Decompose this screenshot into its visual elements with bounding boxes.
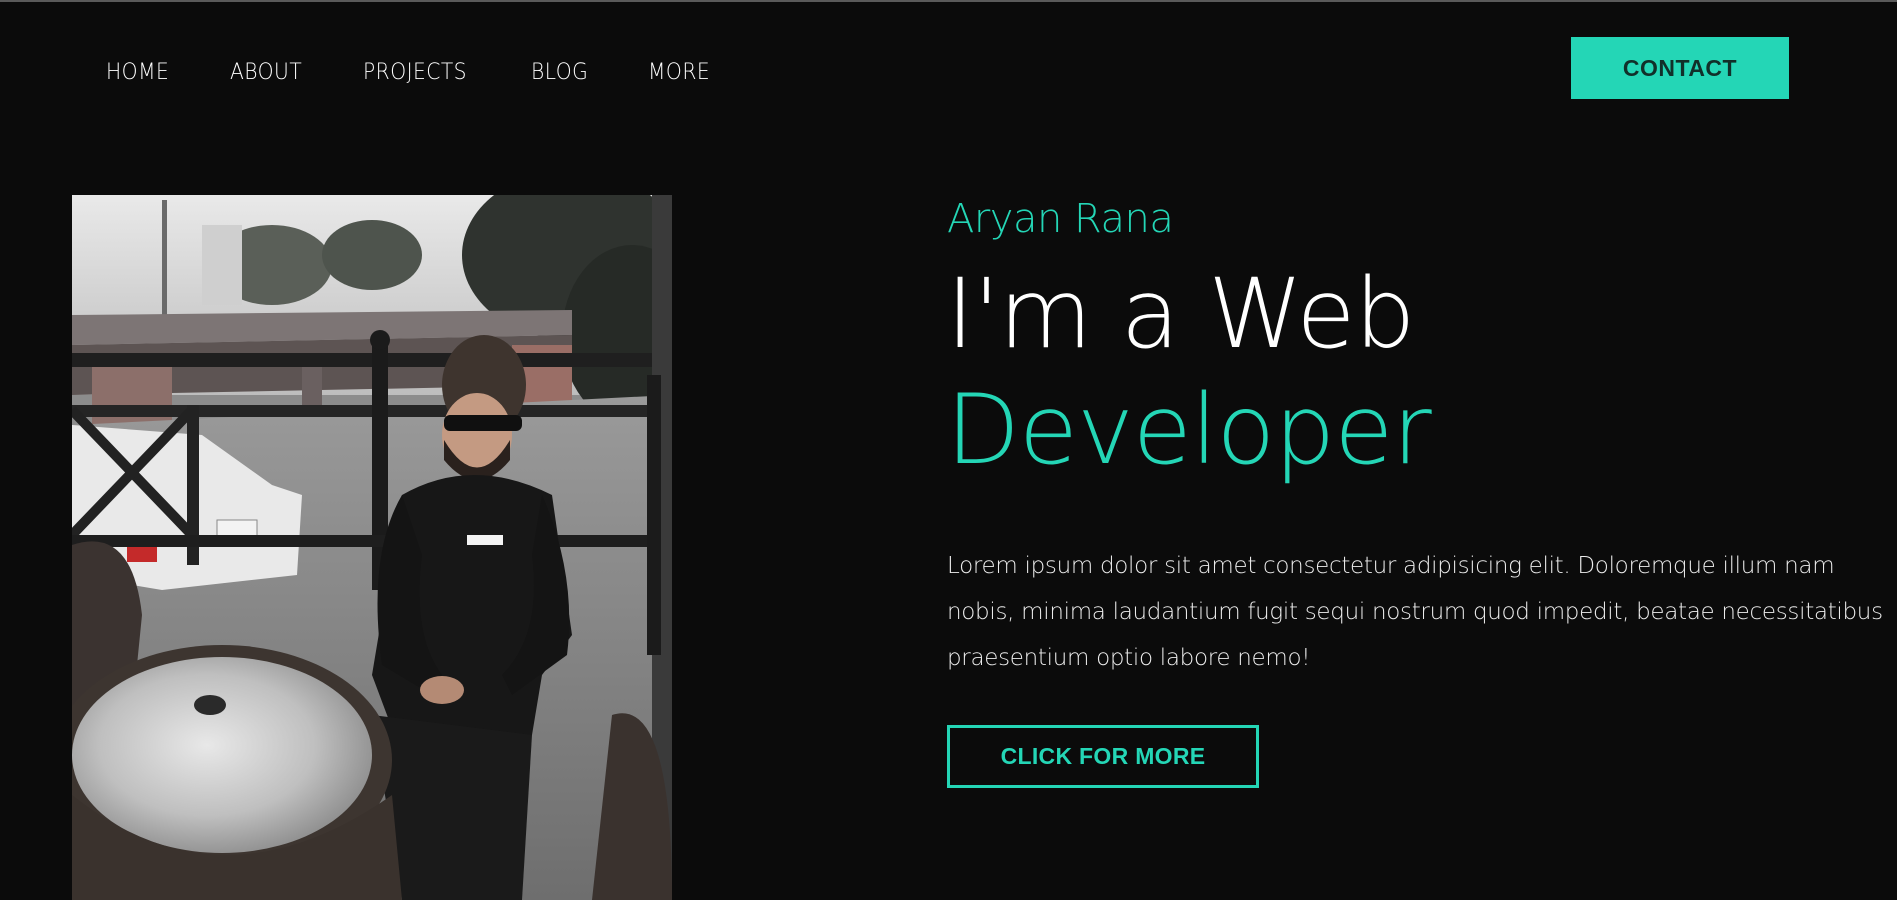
hero-title-line1: I'm a Web <box>946 258 1415 370</box>
nav-link-home[interactable]: HOME <box>106 60 169 85</box>
hero-description: Lorem ipsum dolor sit amet consectetur a… <box>947 553 1883 671</box>
nav-link-blog[interactable]: BLOG <box>531 60 588 85</box>
contact-button[interactable]: CONTACT <box>1571 37 1789 99</box>
click-for-more-button[interactable]: CLICK FOR MORE <box>947 725 1259 788</box>
profile-photo <box>72 195 672 900</box>
nav-link-more[interactable]: MORE <box>648 60 710 85</box>
nav-link-projects[interactable]: PROJECTS <box>363 60 467 85</box>
hero-name: Aryan Rana <box>947 196 1174 242</box>
main-nav: HOME ABOUT PROJECTS BLOG MORE <box>106 60 771 85</box>
nav-link-about[interactable]: ABOUT <box>230 60 302 85</box>
top-border <box>0 0 1897 2</box>
hero-title-line2: Developer <box>946 374 1432 486</box>
